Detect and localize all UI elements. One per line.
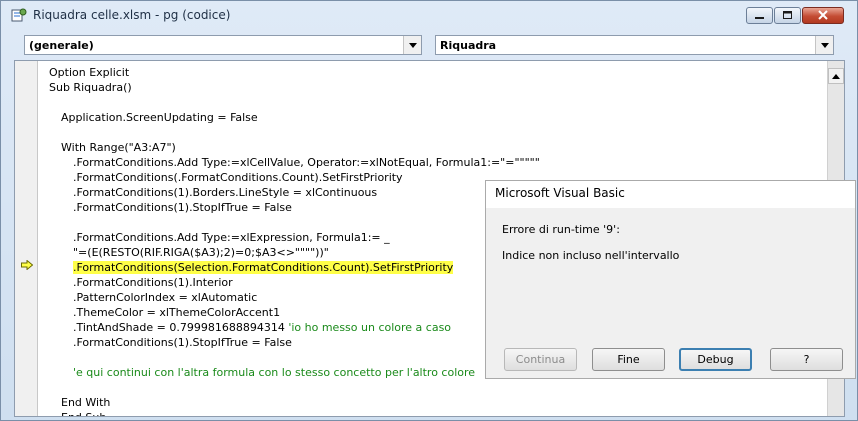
code-line[interactable]: "=(E(RESTO(RIF.RIGA($A3);2)=0;$A3<>"""")…	[49, 245, 540, 260]
object-combo-value: (generale)	[29, 39, 94, 52]
error-dialog: Microsoft Visual Basic Errore di run-tim…	[485, 180, 856, 379]
title-bar[interactable]: Riquadra celle.xlsm - pg (codice)	[1, 1, 857, 29]
code-line[interactable]: .FormatConditions(1).Interior	[49, 275, 540, 290]
code-line-text: .FormatConditions.Add Type:=xlExpression…	[73, 231, 390, 244]
code-line[interactable]	[49, 95, 540, 110]
code-line-text: .FormatConditions(.FormatConditions.Coun…	[73, 171, 403, 184]
code-line[interactable]: Option Explicit	[49, 65, 540, 80]
continue-button[interactable]: Continua	[504, 348, 577, 371]
code-line-text: Application.ScreenUpdating = False	[61, 111, 258, 124]
code-line-text: With Range("A3:A7")	[61, 141, 176, 154]
code-line[interactable]: With Range("A3:A7")	[49, 140, 540, 155]
code-line-text: .ThemeColor = xlThemeColorAccent1	[73, 306, 281, 319]
code-line-text: .FormatConditions(1).Interior	[73, 276, 233, 289]
code-line[interactable]: .FormatConditions(1).StopIfTrue = False	[49, 200, 540, 215]
code-line-text: Sub Riquadra()	[49, 81, 132, 94]
code-line-text: "=(E(RESTO(RIF.RIGA($A3);2)=0;$A3<>"""")…	[73, 246, 329, 259]
code-line-text: .FormatConditions(1).StopIfTrue = False	[73, 201, 292, 214]
code-line[interactable]: .TintAndShade = 0.799981688894314 'io ho…	[49, 320, 540, 335]
code-comment: 'e qui continui con l'altra formula con …	[73, 366, 476, 379]
code-comment: 'io ho messo un colore a caso	[288, 321, 452, 334]
code-line-text: End With	[61, 396, 111, 409]
maximize-button[interactable]	[774, 7, 801, 24]
code-line[interactable]: .FormatConditions(1).Borders.LineStyle =…	[49, 185, 540, 200]
code-line-text: .FormatConditions(1).Borders.LineStyle =…	[73, 186, 378, 199]
code-line[interactable]: .FormatConditions.Add Type:=xlExpression…	[49, 230, 540, 245]
dialog-header: Microsoft Visual Basic	[486, 181, 855, 208]
code-line-text: .FormatConditions.Add Type:=xlCellValue,…	[73, 156, 540, 169]
code-line[interactable]: .FormatConditions(.FormatConditions.Coun…	[49, 170, 540, 185]
help-button[interactable]: ?	[770, 348, 843, 371]
code-line[interactable]: End Sub	[49, 410, 540, 416]
code-line-text: Option Explicit	[49, 66, 130, 79]
code-line[interactable]: .FormatConditions.Add Type:=xlCellValue,…	[49, 155, 540, 170]
procedure-combo[interactable]: Riquadra	[435, 35, 834, 55]
breakpoint-margin[interactable]	[15, 61, 38, 416]
chevron-down-icon[interactable]	[403, 36, 421, 54]
code-line[interactable]: End With	[49, 395, 540, 410]
restore-icon	[783, 11, 792, 19]
execution-pointer-icon	[21, 260, 33, 270]
error-message: Indice non incluso nell'intervallo	[502, 249, 680, 262]
minimize-icon	[755, 17, 764, 19]
close-button[interactable]	[802, 7, 844, 24]
dialog-title: Microsoft Visual Basic	[495, 186, 625, 200]
vba-module-icon	[11, 8, 27, 22]
chevron-down-icon[interactable]	[815, 36, 833, 54]
code-line-text: .PatternColorIndex = xlAutomatic	[73, 291, 258, 304]
end-button[interactable]: Fine	[592, 348, 665, 371]
code-line-text: End Sub	[61, 411, 106, 416]
window-title: Riquadra celle.xlsm - pg (codice)	[33, 8, 231, 22]
object-combo[interactable]: (generale)	[24, 35, 422, 55]
code-line[interactable]: 'e qui continui con l'altra formula con …	[49, 365, 540, 380]
procedure-combo-value: Riquadra	[440, 39, 497, 52]
code-line[interactable]: Sub Riquadra()	[49, 80, 540, 95]
code-line[interactable]: .FormatConditions(Selection.FormatCondit…	[49, 260, 540, 275]
current-statement: .FormatConditions(Selection.FormatCondit…	[73, 261, 454, 274]
close-icon	[818, 10, 828, 20]
scroll-up-button[interactable]	[828, 68, 844, 84]
code-line[interactable]	[49, 380, 540, 395]
code-line[interactable]: Application.ScreenUpdating = False	[49, 110, 540, 125]
debug-button[interactable]: Debug	[679, 348, 752, 371]
minimize-button[interactable]	[746, 7, 773, 24]
code-line[interactable]	[49, 125, 540, 140]
runtime-error-label: Errore di run-time '9':	[502, 223, 620, 236]
code-line[interactable]	[49, 215, 540, 230]
code-line-text: .FormatConditions(1).StopIfTrue = False	[73, 336, 292, 349]
code-text[interactable]: Option Explicit Sub Riquadra() Application…	[49, 65, 540, 416]
code-line[interactable]: .PatternColorIndex = xlAutomatic	[49, 290, 540, 305]
code-line[interactable]: .FormatConditions(1).StopIfTrue = False	[49, 335, 540, 350]
code-line[interactable]: .ThemeColor = xlThemeColorAccent1	[49, 305, 540, 320]
code-line-text: .TintAndShade = 0.799981688894314	[73, 321, 289, 334]
code-line[interactable]	[49, 350, 540, 365]
